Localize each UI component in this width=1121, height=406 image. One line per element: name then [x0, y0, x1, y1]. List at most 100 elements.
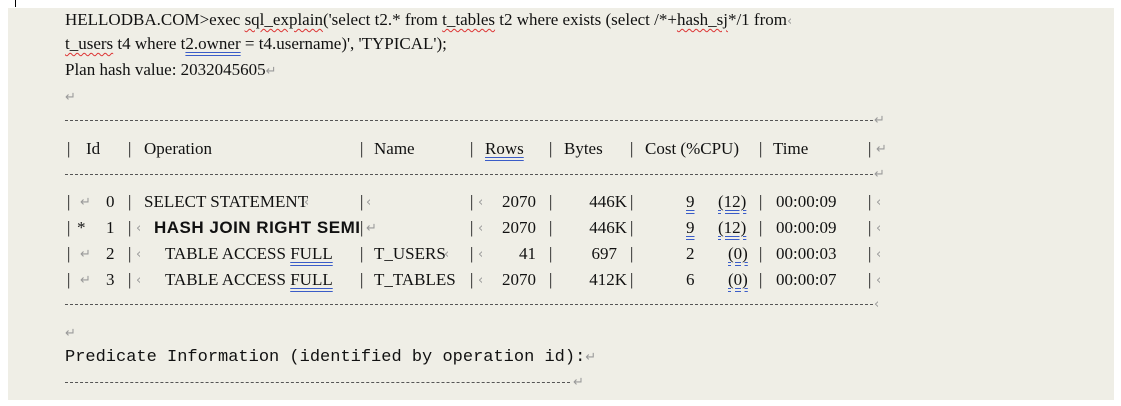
- row-rows: 41: [519, 244, 536, 263]
- pipe: |: [360, 244, 364, 263]
- row-time: 00:00:07: [776, 270, 837, 289]
- small-mark: ‹: [136, 273, 142, 288]
- pipe: |: [470, 192, 474, 211]
- pipe: |: [128, 192, 132, 211]
- row-rows: 2070: [502, 270, 536, 289]
- header-name: Name: [374, 139, 415, 158]
- pipe: |: [549, 244, 553, 263]
- para-mark: ↵: [265, 64, 277, 79]
- small-mark: ‹: [786, 14, 793, 29]
- row-cost: 2: [686, 244, 695, 263]
- header-bytes: Bytes: [564, 139, 603, 158]
- pipe: |: [868, 218, 872, 237]
- pipe: |: [470, 244, 474, 263]
- row-id: 0: [106, 192, 115, 211]
- pipe: |: [128, 244, 132, 263]
- pipe: |: [630, 244, 634, 263]
- pipe: |: [630, 218, 634, 237]
- small-mark: ‹: [136, 247, 142, 262]
- row-marker: ↵: [80, 247, 91, 262]
- sql-owner-word: 2.owner: [185, 34, 241, 53]
- row-marker: *: [77, 218, 86, 237]
- row-id: 3: [106, 270, 115, 289]
- pipe: |: [470, 218, 474, 237]
- divider-bottom: [65, 304, 873, 306]
- row-id: 2: [106, 244, 115, 263]
- row-operation: HASH JOIN RIGHT SEMI: [154, 218, 361, 237]
- page: HELLODBA.COM>exec sql_explain('select t2…: [0, 0, 1121, 406]
- pipe: |: [630, 270, 634, 289]
- row-cost: 6: [686, 270, 695, 289]
- sql-rest: t2 where exists (select /*+: [495, 10, 677, 29]
- pipe: |: [67, 270, 71, 289]
- sql-line2-end: = t4.username)', 'TYPICAL');: [240, 34, 447, 53]
- empty-line-1: ↵: [65, 86, 76, 108]
- operation-text: TABLE ACCESS: [165, 270, 291, 289]
- row-operation: SELECT STATEMENT: [144, 192, 309, 211]
- divider-top: [65, 120, 873, 122]
- small-mark: ‹: [366, 195, 372, 210]
- row-cost: 9: [686, 192, 695, 211]
- sql-line-1: HELLODBA.COM>exec sql_explain('select t2…: [65, 10, 792, 32]
- header-operation: Operation: [144, 139, 212, 158]
- row-operation: TABLE ACCESS FULL: [165, 270, 333, 290]
- row-cpu: (12): [718, 192, 747, 211]
- plan-hash-value: Plan hash value: 2032045605: [65, 60, 266, 79]
- predicate-title: Predicate Information (identified by ope…: [65, 348, 586, 367]
- plan-hash-line: Plan hash value: 2032045605↵: [65, 60, 277, 82]
- row-time: 00:00:09: [776, 192, 837, 211]
- small-mark: ‹: [478, 273, 484, 288]
- small-mark: ‹: [874, 297, 880, 312]
- sql-ttables-word: t_tables: [442, 10, 496, 29]
- pipe: |: [549, 270, 553, 289]
- operation-full: FULL: [290, 270, 333, 289]
- pipe: |: [549, 192, 553, 211]
- pipe: |: [360, 139, 364, 158]
- sql-end: */1 from: [727, 10, 787, 29]
- row-bytes: 446K: [589, 192, 627, 211]
- row-cpu: (0): [728, 244, 748, 263]
- predicate-title-line: Predicate Information (identified by ope…: [65, 348, 596, 368]
- pipe: |: [128, 270, 132, 289]
- pipe: |: [360, 218, 364, 237]
- small-mark: ‹: [876, 247, 882, 262]
- pipe: |: [470, 139, 474, 158]
- pipe: |: [128, 218, 132, 237]
- divider-header: [65, 174, 873, 176]
- pipe: |: [67, 139, 71, 158]
- pipe: |: [759, 218, 763, 237]
- operation-full: FULL: [290, 244, 333, 263]
- row-marker: ↵: [80, 195, 91, 210]
- row-time: 00:00:09: [776, 218, 837, 237]
- pipe: |: [868, 270, 872, 289]
- row-rows: 2070: [502, 192, 536, 211]
- pipe: |: [67, 244, 71, 263]
- row-cpu: (0): [728, 270, 748, 289]
- row-bytes: 697: [591, 244, 618, 263]
- pipe: |: [759, 244, 763, 263]
- pipe: |: [470, 270, 474, 289]
- sql-hashsj-word: hash_sj: [676, 10, 728, 29]
- para-mark: ↵: [573, 375, 584, 390]
- small-mark: ‹: [478, 221, 484, 236]
- pipe: |: [128, 139, 132, 158]
- row-time: 00:00:03: [776, 244, 837, 263]
- pipe: |: [759, 192, 763, 211]
- small-mark: ‹: [444, 247, 450, 262]
- divider-predicate: [65, 382, 570, 384]
- row-cost: 9: [686, 218, 695, 237]
- pipe: |: [868, 244, 872, 263]
- sql-line2-mid: t4 where t: [113, 34, 186, 53]
- small-mark: ‹: [876, 273, 882, 288]
- small-mark: ‹: [876, 221, 882, 236]
- header-cost: Cost (%CPU): [645, 139, 739, 158]
- pipe: |: [868, 192, 872, 211]
- para-mark: ↵: [65, 326, 76, 341]
- sql-explain-word: sql_explain: [244, 10, 323, 29]
- pipe: |: [549, 139, 553, 158]
- para-mark: ↵: [874, 113, 885, 128]
- row-name: T_TABLES: [374, 270, 456, 289]
- row-rows: 2070: [502, 218, 536, 237]
- pipe: |: [360, 270, 364, 289]
- pipe: |: [759, 139, 763, 158]
